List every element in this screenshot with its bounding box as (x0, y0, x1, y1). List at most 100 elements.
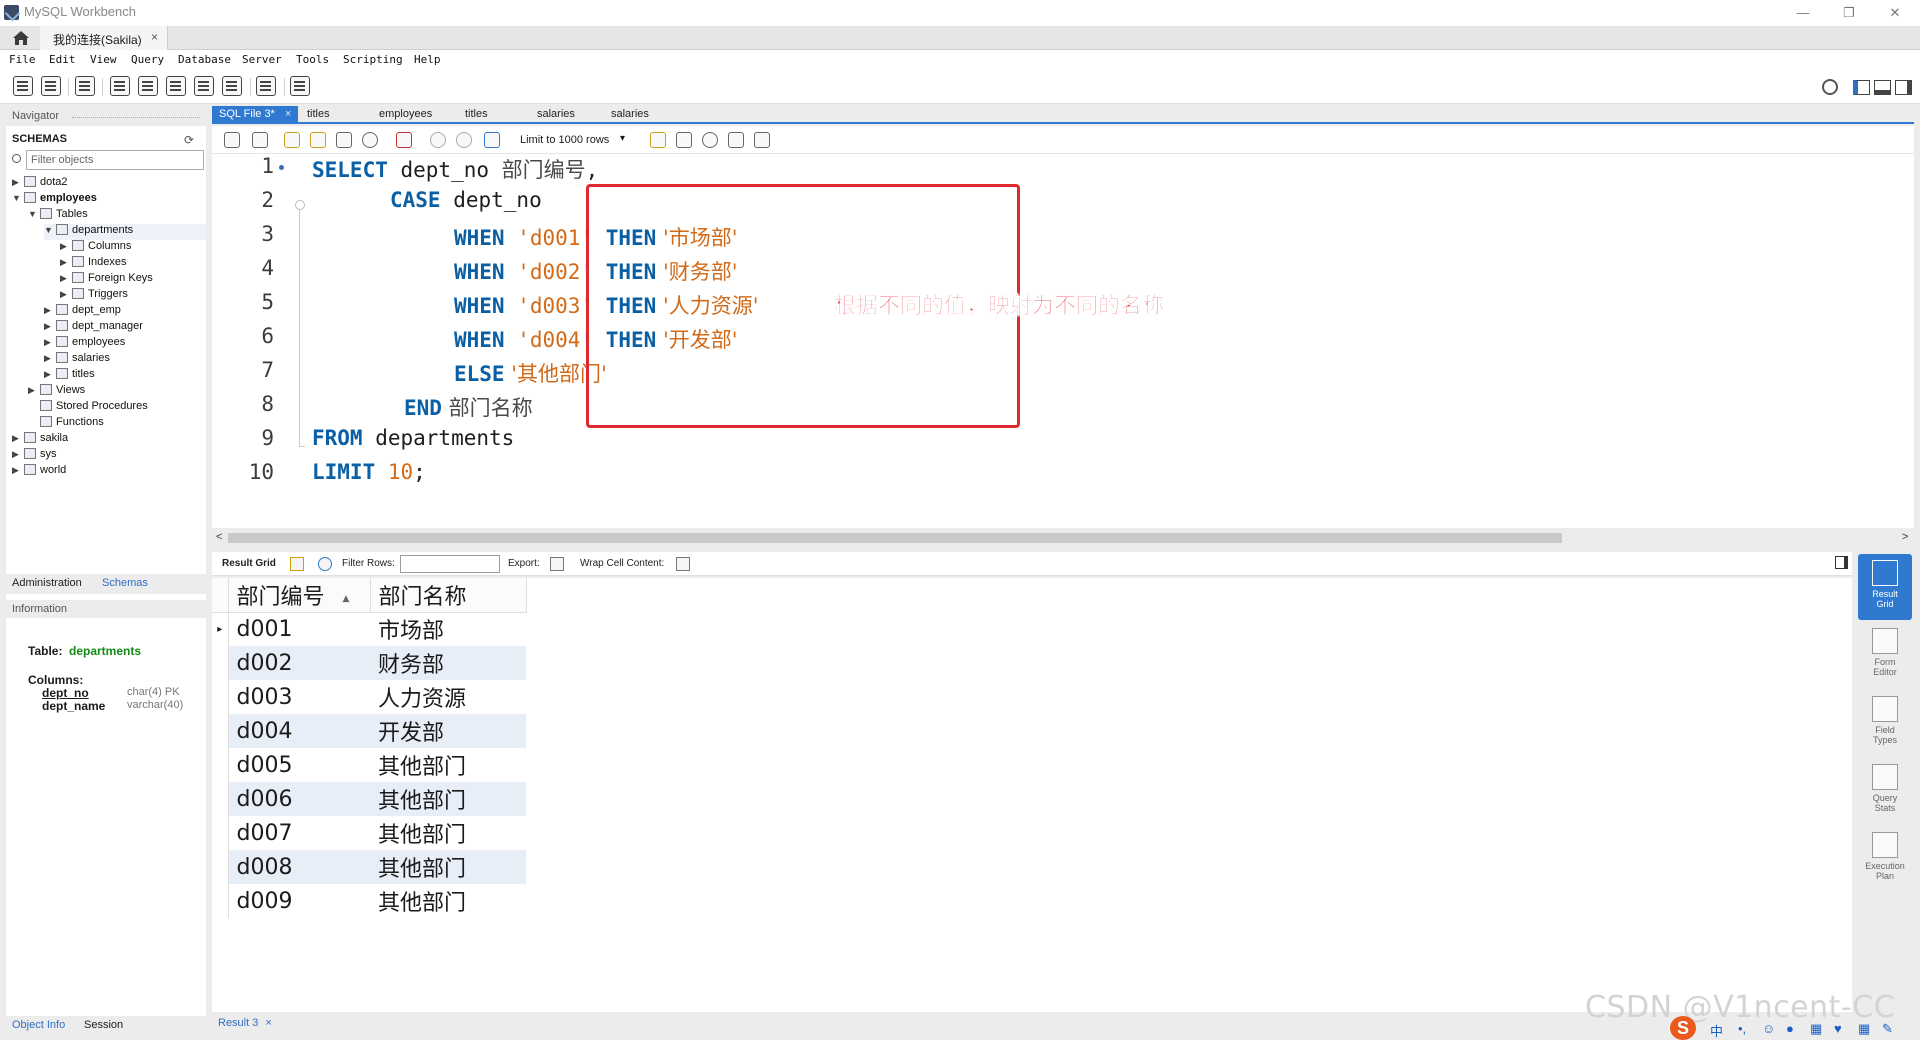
tree-item[interactable]: Stored Procedures (28, 400, 206, 416)
row-header[interactable] (212, 884, 229, 918)
collapse-arrow-icon[interactable]: ▼ (28, 209, 38, 219)
expand-arrow-icon[interactable]: ▶ (28, 385, 38, 396)
cell-dept-name[interactable]: 其他部门 (370, 850, 526, 884)
cell-dept-name[interactable]: 其他部门 (370, 884, 526, 918)
scroll-right-icon[interactable]: > (1902, 531, 1908, 543)
execute-icon[interactable] (284, 132, 300, 148)
create-table-icon[interactable] (138, 76, 158, 96)
expand-arrow-icon[interactable]: ▶ (12, 449, 22, 460)
column-header[interactable]: 部门编号 ▲ (228, 578, 371, 613)
close-icon[interactable]: × (151, 30, 158, 44)
expand-arrow-icon[interactable]: ▶ (12, 177, 22, 188)
tab-schemas[interactable]: Schemas (102, 577, 148, 589)
expand-arrow-icon[interactable]: ▶ (60, 257, 70, 268)
table-row[interactable]: d007 其他部门 (212, 816, 526, 850)
row-header[interactable] (212, 850, 229, 884)
home-icon[interactable] (12, 30, 30, 46)
tab-session[interactable]: Session (84, 1019, 123, 1031)
query-stats-button[interactable]: Query Stats (1858, 758, 1912, 813)
tree-item[interactable]: ▶ world (12, 464, 206, 480)
cell-dept-no[interactable]: d009 (228, 884, 370, 918)
table-row[interactable]: d009 其他部门 (212, 884, 526, 918)
scrollbar-thumb[interactable] (228, 533, 1562, 543)
table-row[interactable]: d002 财务部 (212, 646, 526, 680)
result-grid-label[interactable]: Result Grid (222, 558, 276, 569)
expand-arrow-icon[interactable]: ▶ (60, 241, 70, 252)
autocommit-icon[interactable] (484, 132, 500, 148)
cell-dept-name[interactable]: 市场部 (370, 612, 526, 646)
tab-salaries[interactable]: salaries (530, 106, 575, 122)
find-icon[interactable] (702, 132, 718, 148)
cell-dept-no[interactable]: d001 (228, 612, 370, 646)
toggle-error-icon[interactable] (396, 132, 412, 148)
create-schema-icon[interactable] (110, 76, 130, 96)
refresh-icon[interactable] (318, 557, 332, 571)
tab-titles[interactable]: titles (458, 106, 488, 122)
table-row[interactable]: d003 人力资源 (212, 680, 526, 714)
cell-dept-no[interactable]: d007 (228, 816, 370, 850)
execution-plan-button[interactable]: Execution Plan (1858, 826, 1912, 881)
limit-rows-select[interactable]: Limit to 1000 rows (514, 131, 634, 149)
tree-item[interactable]: ▶ sakila (12, 432, 206, 448)
menu-tools[interactable]: Tools (296, 53, 329, 66)
maximize-button[interactable]: ❐ (1826, 0, 1872, 26)
cell-dept-no[interactable]: d005 (228, 748, 370, 782)
microphone-icon[interactable]: ● (1786, 1021, 1794, 1036)
expand-arrow-icon[interactable]: ▶ (44, 321, 54, 332)
toggle-sidebar-icon[interactable] (1853, 80, 1870, 95)
create-view-icon[interactable] (166, 76, 186, 96)
export-icon[interactable] (550, 557, 564, 571)
toggle-secondary-sidebar-icon[interactable] (1895, 80, 1912, 95)
tree-item[interactable]: ▶ dept_emp (44, 304, 206, 320)
cell-dept-name[interactable]: 其他部门 (370, 748, 526, 782)
scroll-left-icon[interactable]: < (216, 531, 222, 543)
toolbox-icon[interactable]: ▦ (1858, 1021, 1870, 1037)
stop-icon[interactable] (362, 132, 378, 148)
cell-dept-no[interactable]: d003 (228, 680, 370, 714)
row-header[interactable] (212, 680, 229, 714)
settings-gear-icon[interactable] (1822, 79, 1838, 95)
expand-arrow-icon[interactable]: ▶ (60, 289, 70, 300)
row-header[interactable] (212, 646, 229, 680)
menu-server[interactable]: Server (242, 53, 282, 66)
beautify-icon[interactable] (676, 132, 692, 148)
field-types-button[interactable]: Field Types (1858, 690, 1912, 745)
tree-item[interactable]: ▶ employees (44, 336, 206, 352)
collapse-arrow-icon[interactable]: ▼ (12, 193, 22, 203)
minimize-button[interactable]: — (1780, 0, 1826, 26)
cell-dept-no[interactable]: d004 (228, 714, 370, 748)
emoji-icon[interactable]: ☺ (1762, 1021, 1775, 1036)
tree-item[interactable]: ▶ dept_manager (44, 320, 206, 336)
horizontal-scrollbar[interactable]: < > (212, 530, 1914, 546)
rollback-icon[interactable] (456, 132, 472, 148)
tree-item[interactable]: ▼ departments (44, 224, 206, 240)
commit-icon[interactable] (430, 132, 446, 148)
create-procedure-icon[interactable] (194, 76, 214, 96)
menu-view[interactable]: View (90, 53, 117, 66)
menu-help[interactable]: Help (414, 53, 441, 66)
tab-sql-file-3[interactable]: SQL File 3* × (212, 106, 298, 122)
form-editor-button[interactable]: Form Editor (1858, 622, 1912, 677)
tree-item[interactable]: ▶ sys (12, 448, 206, 464)
tree-item[interactable]: ▶ dota2 (12, 176, 206, 192)
table-row[interactable]: d005 其他部门 (212, 748, 526, 782)
table-row[interactable]: ▸ d001 市场部 (212, 612, 526, 646)
explain-icon[interactable] (336, 132, 352, 148)
result-grid-view-button[interactable]: Result Grid (1858, 554, 1912, 620)
refresh-icon[interactable]: ⟳ (184, 133, 194, 147)
tree-item[interactable]: ▶ Indexes (60, 256, 206, 272)
tree-item[interactable]: Functions (28, 416, 206, 432)
save-icon[interactable] (252, 132, 268, 148)
menu-database[interactable]: Database (178, 53, 231, 66)
filter-objects-input[interactable]: Filter objects (26, 150, 204, 170)
cell-dept-no[interactable]: d008 (228, 850, 370, 884)
collapse-arrow-icon[interactable]: ▼ (44, 225, 54, 235)
close-icon[interactable]: × (285, 108, 291, 120)
sogou-input-logo-icon[interactable]: S (1670, 1016, 1696, 1040)
tab-result-3[interactable]: Result 3 × (218, 1017, 272, 1029)
toggle-output-icon[interactable] (1874, 80, 1891, 95)
table-row[interactable]: d008 其他部门 (212, 850, 526, 884)
table-row[interactable]: d006 其他部门 (212, 782, 526, 816)
expand-arrow-icon[interactable]: ▶ (12, 433, 22, 444)
execute-statement-icon[interactable] (310, 132, 326, 148)
